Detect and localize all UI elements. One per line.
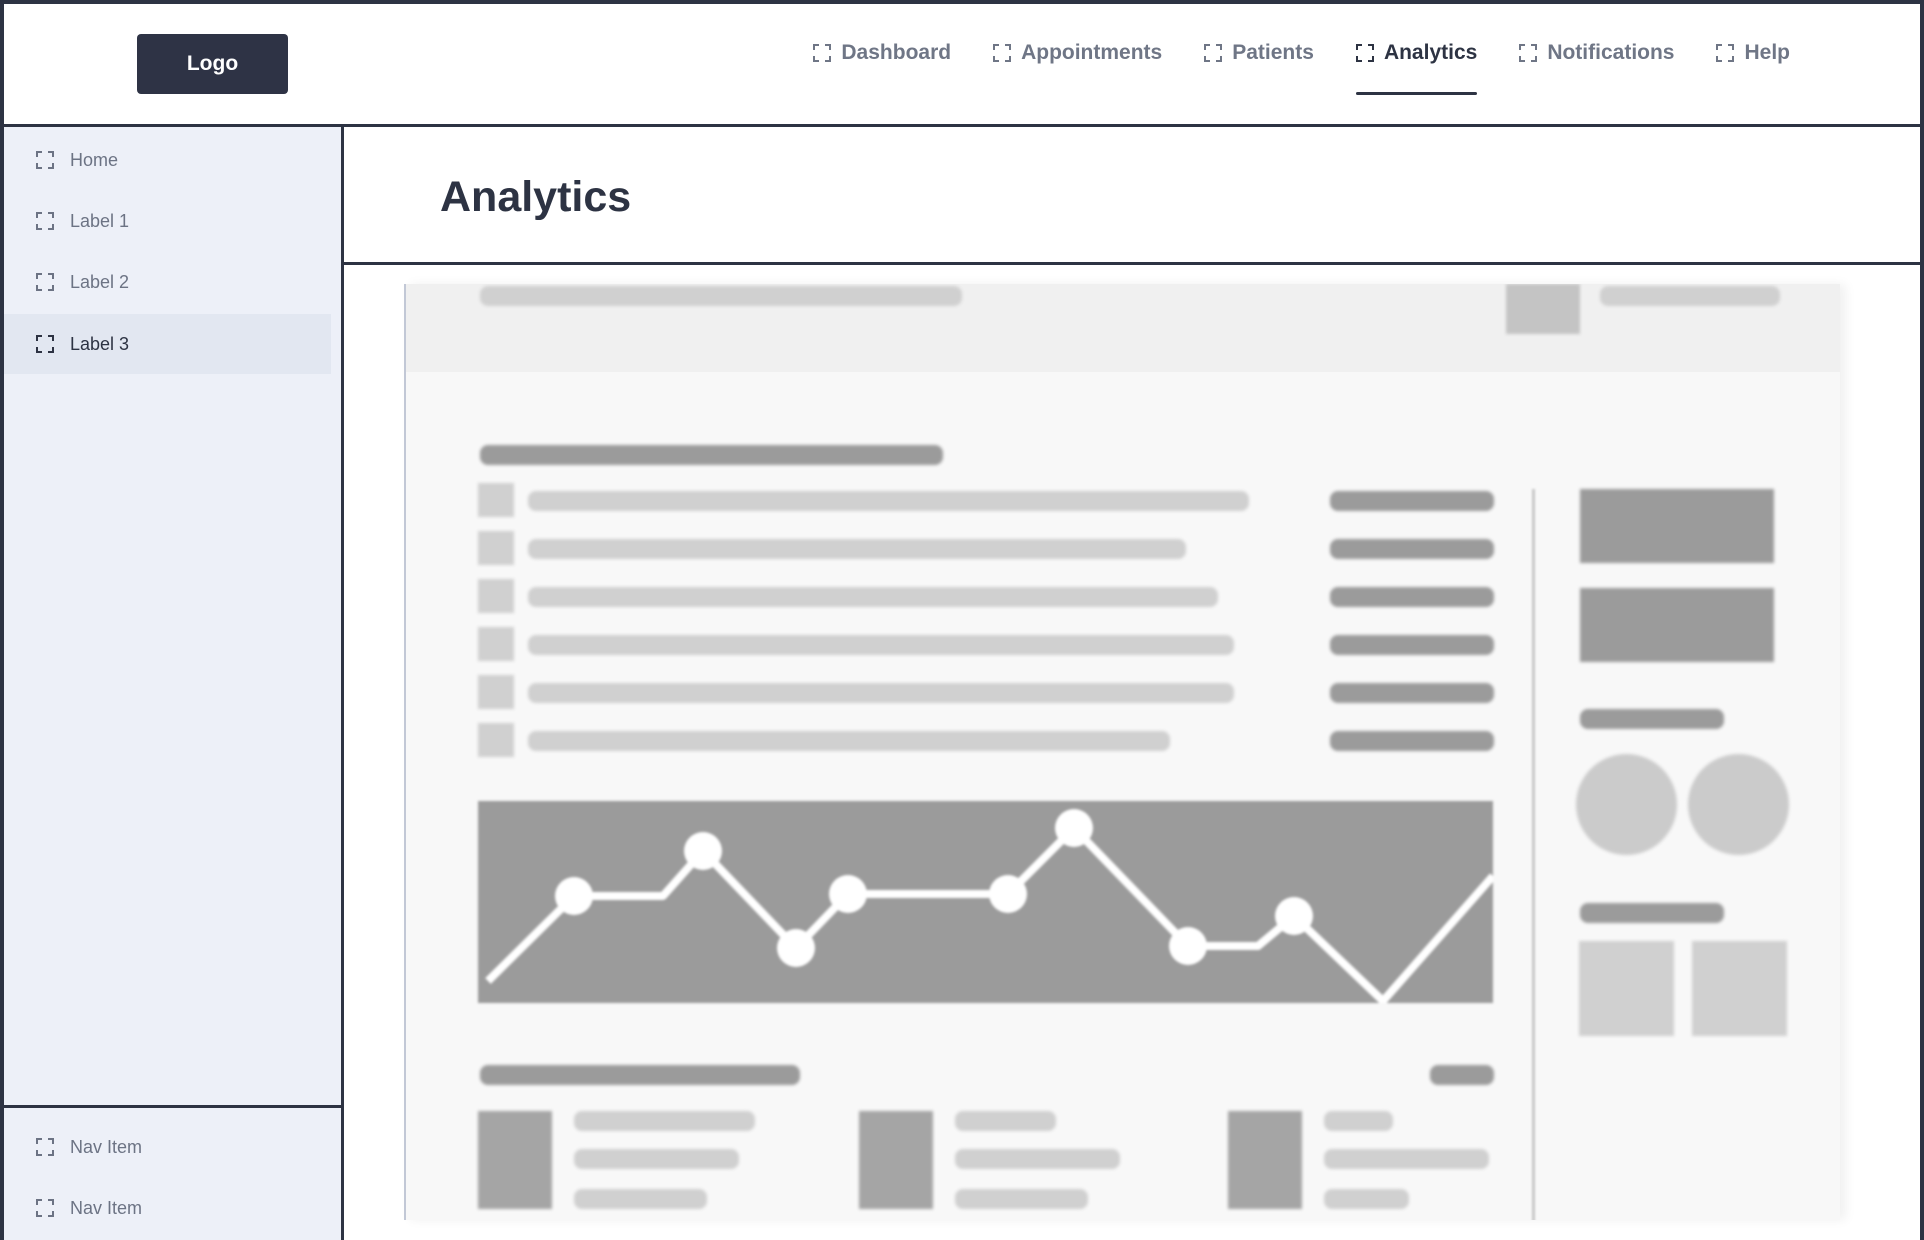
placeholder-bar [574,1189,707,1209]
nav-appointments-label: Appointments [1021,41,1163,64]
placeholder-bar [574,1111,755,1131]
nav-notifications[interactable]: Notifications [1519,38,1674,94]
nav-dashboard-label: Dashboard [841,41,952,64]
frame-corners-icon [36,335,54,353]
placeholder-block [859,1111,933,1209]
sidebar-item-home[interactable]: Home [4,130,331,190]
page-title-row: Analytics [344,127,1920,265]
frame-corners-icon [993,44,1012,62]
placeholder-block [478,723,514,757]
placeholder-bar [955,1111,1056,1131]
sidebar-item-label: Label 3 [70,333,130,354]
sidebar-item-label: Label 2 [70,271,130,292]
frame-corners-icon [813,44,832,62]
frame-corners-icon [36,1199,54,1217]
placeholder-bar [1324,1149,1489,1169]
placeholder-bar [955,1149,1120,1169]
sidebar-footer-nav-item[interactable]: Nav Item [4,1178,331,1238]
placeholder-bar [1324,1189,1409,1209]
frame-corners-icon [36,151,54,169]
placeholder-block [478,1111,552,1209]
placeholder-bar [1600,286,1780,306]
placeholder-bar [480,445,943,465]
sidebar-item-label: Nav Item [70,1136,143,1157]
frame-corners-icon [1519,44,1538,62]
frame-corners-icon [36,212,54,230]
placeholder-bar [1330,587,1494,607]
logo[interactable]: Logo [137,34,288,94]
frame-corners-icon [36,273,54,291]
placeholder-bar [1330,731,1494,751]
page-title: Analytics [440,173,632,221]
placeholder-divider [1532,489,1535,1220]
nav-dashboard[interactable]: Dashboard [813,38,951,94]
sidebar: Home Label 1 Label 2 Label 3 Nav Item Na… [4,127,344,1240]
nav-help-label: Help [1744,41,1790,64]
frame-corners-icon [1716,44,1735,62]
sidebar-item-label: Label 1 [70,210,130,231]
placeholder-bar [1330,683,1494,703]
placeholder-bar [528,491,1249,511]
placeholder-block [1580,489,1774,563]
placeholder-bar [1430,1065,1494,1085]
placeholder-block [478,675,514,709]
frame-corners-icon [1355,44,1374,62]
placeholder-bar [955,1189,1088,1209]
top-nav: Dashboard Appointments Patients Analytic… [813,38,1790,95]
placeholder-bar [1330,539,1494,559]
placeholder-block [1228,1111,1302,1209]
placeholder-bar [528,683,1234,703]
placeholder-bar [528,539,1186,559]
nav-help[interactable]: Help [1716,38,1790,94]
placeholder-block [1580,588,1774,662]
nav-patients[interactable]: Patients [1204,38,1314,94]
placeholder-bar [528,731,1170,751]
top-bar: Logo Dashboard Appointments Patients Ana… [4,4,1920,127]
placeholder-bar [574,1149,739,1169]
placeholder-bar [1330,635,1494,655]
placeholder-chart [478,801,1497,1005]
placeholder-circle [1688,754,1789,855]
placeholder-bar [528,587,1218,607]
placeholder-bar [1580,903,1724,923]
placeholder-bar [480,1065,800,1085]
app-frame: Logo Dashboard Appointments Patients Ana… [0,0,1924,1240]
nav-notifications-label: Notifications [1547,41,1675,64]
sidebar-item-label: Nav Item [70,1197,143,1218]
nav-analytics[interactable]: Analytics [1355,38,1478,95]
placeholder-block [478,579,514,613]
placeholder-block [1579,941,1674,1036]
sidebar-item-label-3[interactable]: Label 3 [4,314,331,374]
content-placeholder [404,284,1840,1220]
placeholder-bar [1330,491,1494,511]
sidebar-footer-nav-item[interactable]: Nav Item [4,1117,331,1177]
nav-analytics-label: Analytics [1383,41,1478,64]
placeholder-block [478,483,514,517]
placeholder-block [1692,941,1787,1036]
frame-corners-icon [36,1138,54,1156]
nav-patients-label: Patients [1232,41,1314,64]
placeholder-bar [1324,1111,1393,1131]
placeholder-block [1506,284,1580,334]
sidebar-divider [4,1105,341,1108]
placeholder-bar [1580,709,1724,729]
placeholder-bar [528,635,1234,655]
placeholder-block [478,627,514,661]
placeholder-chart-line [485,809,1497,1005]
sidebar-item-label-1[interactable]: Label 1 [4,191,331,251]
placeholder-circle [1576,754,1677,855]
sidebar-item-label: Home [70,149,119,170]
placeholder-bar [480,286,962,306]
sidebar-item-label-2[interactable]: Label 2 [4,252,331,312]
frame-corners-icon [1204,44,1223,62]
placeholder-block [478,531,514,565]
nav-appointments[interactable]: Appointments [993,38,1162,94]
